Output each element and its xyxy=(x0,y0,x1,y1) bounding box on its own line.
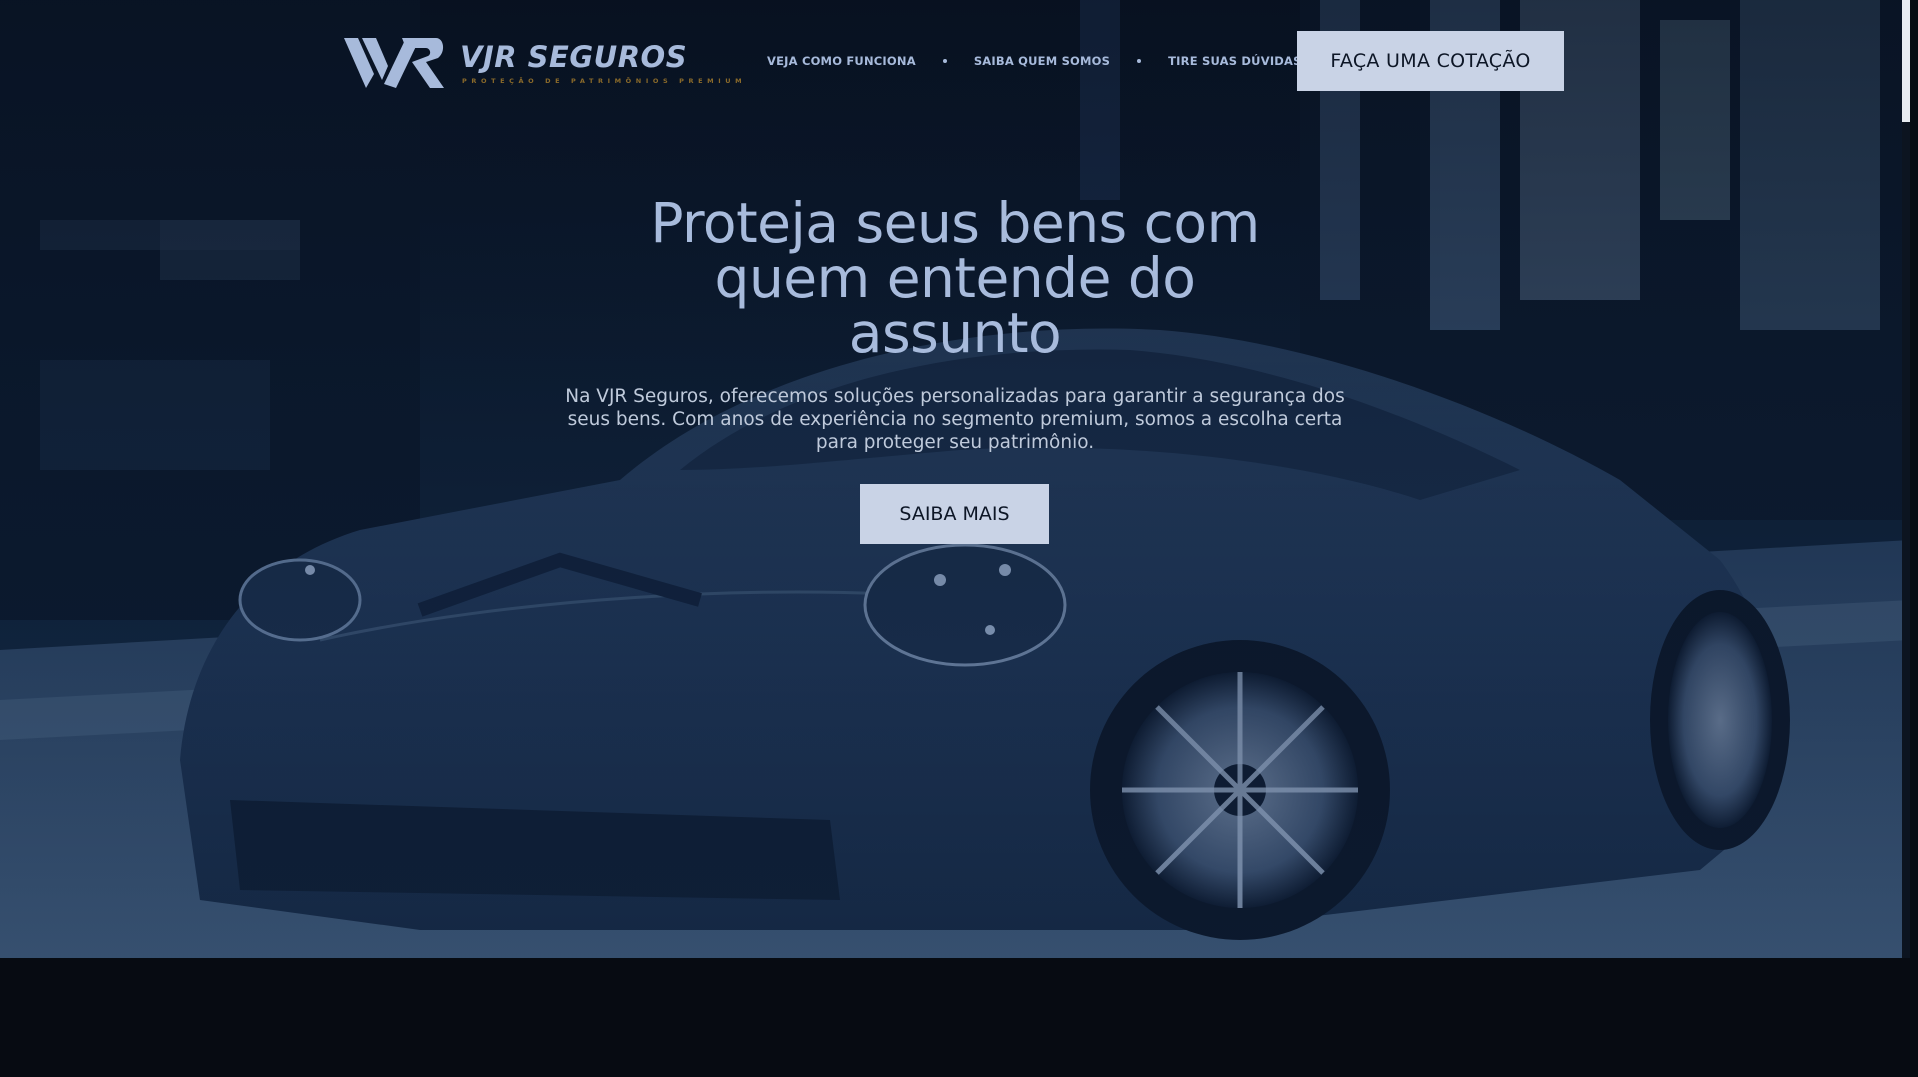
nav-separator-dot xyxy=(1137,59,1142,63)
brand-logo-mark xyxy=(344,38,444,88)
hero-overlay xyxy=(0,0,1910,958)
main-nav: VEJA COMO FUNCIONA SAIBA QUEM SOMOS TIRE… xyxy=(767,52,1302,70)
quote-button[interactable]: FAÇA UMA COTAÇÃO xyxy=(1297,31,1564,91)
hero-title: Proteja seus bens com quem entende do as… xyxy=(555,196,1355,361)
hero-content: Proteja seus bens com quem entende do as… xyxy=(555,196,1355,454)
hero-description: Na VJR Seguros, oferecemos soluções pers… xyxy=(565,386,1345,453)
next-section-dark xyxy=(0,958,1918,1077)
page: VJR SEGUROS PROTEÇÃO DE PATRIMÔNIOS PREM… xyxy=(0,0,1918,1077)
site-header: VJR SEGUROS PROTEÇÃO DE PATRIMÔNIOS PREM… xyxy=(0,0,1910,122)
learn-more-button[interactable]: SAIBA MAIS xyxy=(860,484,1049,544)
nav-separator-dot xyxy=(942,59,947,63)
brand-tagline: PROTEÇÃO DE PATRIMÔNIOS PREMIUM xyxy=(462,77,747,85)
hero-title-line: assunto xyxy=(848,301,1062,365)
scrollbar-thumb[interactable] xyxy=(1902,0,1910,122)
nav-link-how-it-works[interactable]: VEJA COMO FUNCIONA xyxy=(767,54,916,68)
brand-logo[interactable]: VJR SEGUROS PROTEÇÃO DE PATRIMÔNIOS PREM… xyxy=(344,30,742,92)
brand-name: VJR SEGUROS xyxy=(460,40,688,74)
hero-section: VJR SEGUROS PROTEÇÃO DE PATRIMÔNIOS PREM… xyxy=(0,0,1910,958)
nav-link-faq[interactable]: TIRE SUAS DÚVIDAS xyxy=(1168,54,1301,68)
page-scrollbar[interactable] xyxy=(1902,0,1910,958)
nav-link-about-us[interactable]: SAIBA QUEM SOMOS xyxy=(974,54,1110,68)
